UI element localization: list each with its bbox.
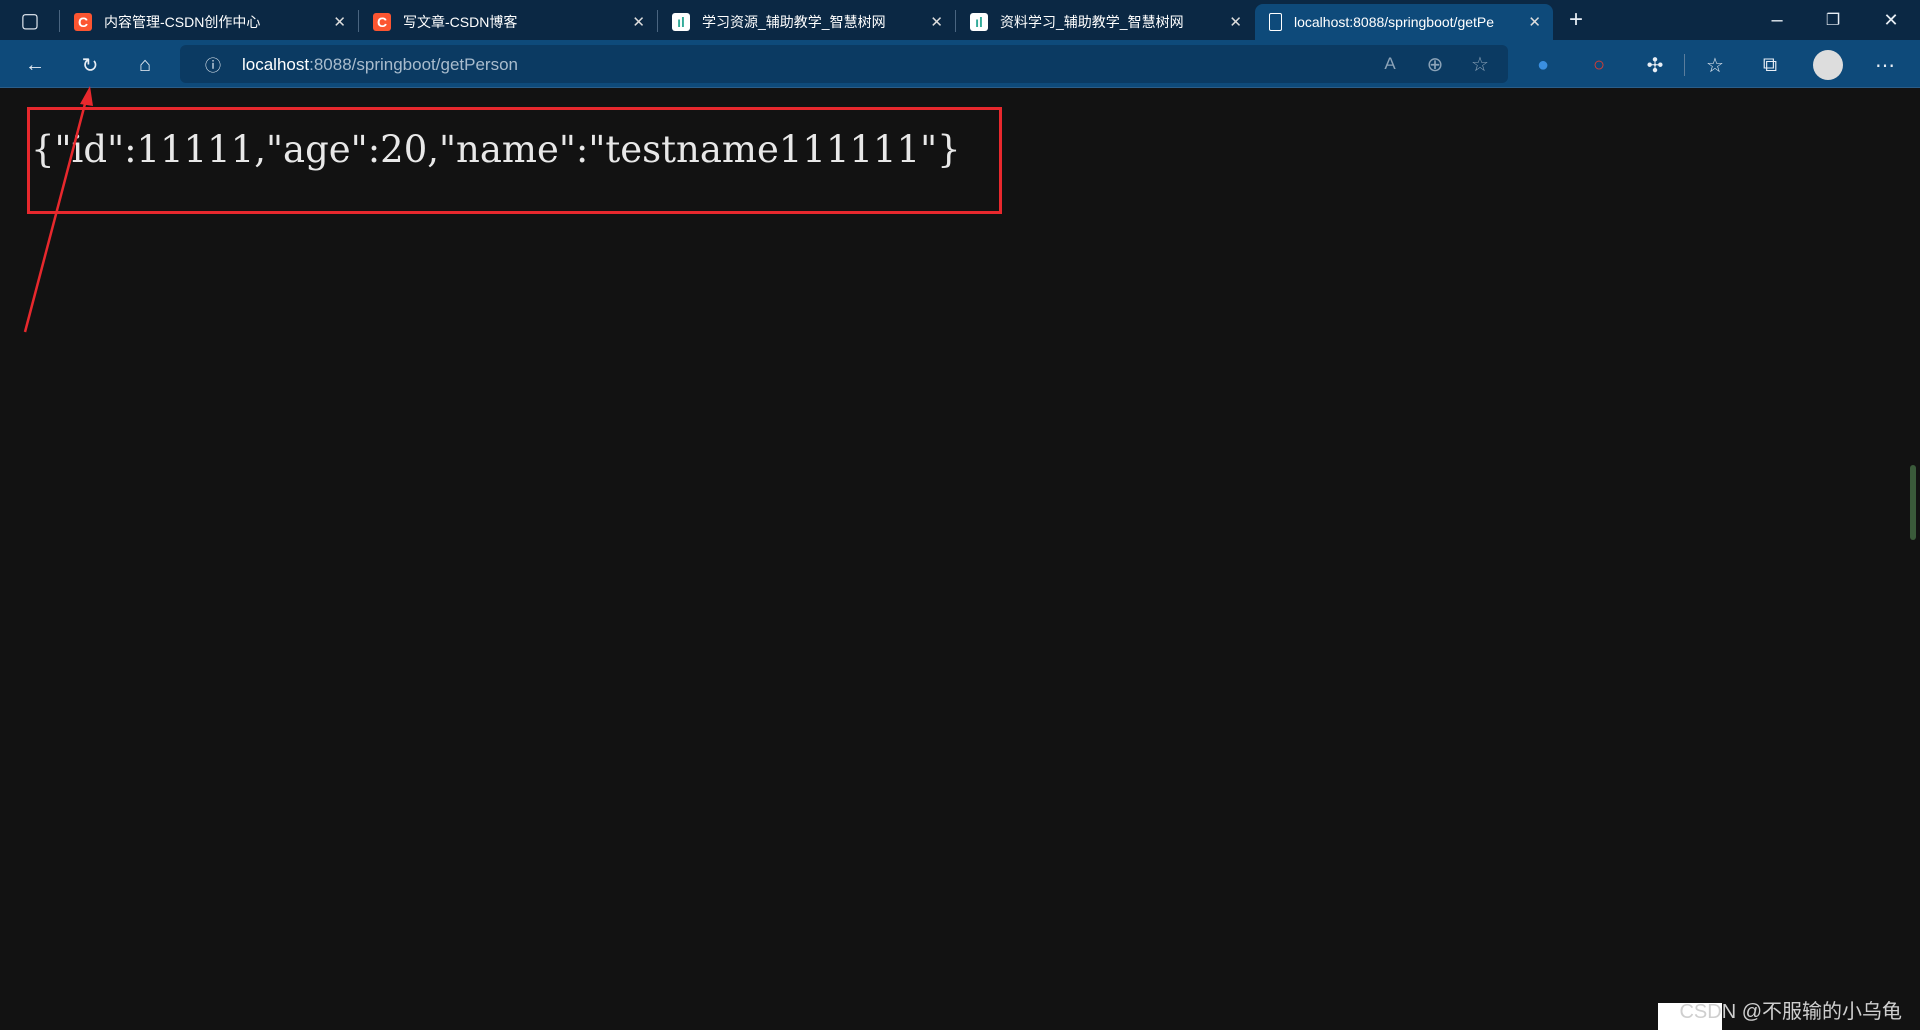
restore-icon[interactable]: ❐ <box>1818 5 1848 35</box>
add-favorite-icon[interactable]: ☆ <box>1465 49 1495 79</box>
tab-2[interactable]: C 写文章-CSDN博客 ✕ <box>359 4 657 40</box>
extensions-icon[interactable]: ✣ <box>1640 50 1670 80</box>
csdn-icon: C <box>373 13 391 31</box>
info-icon[interactable]: ⓘ <box>198 49 228 79</box>
new-tab-icon[interactable]: + <box>1561 5 1591 35</box>
minimize-icon[interactable]: – <box>1762 5 1792 35</box>
favorites-icon[interactable]: ☆ <box>1700 50 1730 80</box>
collections-icon[interactable]: ⧉ <box>1755 50 1785 80</box>
scroll-indicator[interactable] <box>1910 465 1916 540</box>
zhihuishu-icon: ıl <box>672 13 690 31</box>
tab-title: 学习资源_辅助教学_智慧树网 <box>702 14 886 30</box>
close-icon[interactable]: ✕ <box>1229 13 1242 31</box>
close-icon[interactable]: ✕ <box>1528 13 1541 31</box>
tab-5-active[interactable]: localhost:8088/springboot/getPe ✕ <box>1255 4 1553 40</box>
tab-4[interactable]: ıl 资料学习_辅助教学_智慧树网 ✕ <box>956 4 1254 40</box>
annotation-arrow <box>23 86 93 333</box>
watermark: CSDN @不服输的小乌龟 <box>1679 1001 1902 1023</box>
tab-title: localhost:8088/springboot/getPe <box>1294 14 1495 30</box>
extension-red-icon[interactable]: ○ <box>1584 50 1614 80</box>
close-icon[interactable]: ✕ <box>632 13 645 31</box>
zhihuishu-icon: ıl <box>970 13 988 31</box>
close-icon[interactable]: ✕ <box>930 13 943 31</box>
more-icon[interactable]: ⋯ <box>1870 50 1900 80</box>
tab-bar: ▢ C 内容管理-CSDN创作中心 ✕ C 写文章-CSDN博客 ✕ ıl 学习… <box>0 0 1920 40</box>
avatar[interactable] <box>1813 50 1843 80</box>
tab-title: 写文章-CSDN博客 <box>403 14 518 30</box>
close-icon[interactable]: ✕ <box>333 13 346 31</box>
read-aloud-icon[interactable]: A <box>1375 49 1405 79</box>
address-bar[interactable]: ⓘ localhost:8088/springboot/getPerson A … <box>180 45 1508 83</box>
window-close-icon[interactable]: ✕ <box>1876 5 1906 35</box>
page-icon <box>1269 13 1282 31</box>
extension-icon[interactable]: ● <box>1528 50 1558 80</box>
tab-3[interactable]: ıl 学习资源_辅助教学_智慧树网 ✕ <box>658 4 955 40</box>
url-text[interactable]: localhost:8088/springboot/getPerson <box>242 55 518 75</box>
toolbar: ← ↻ ⌂ ⓘ localhost:8088/springboot/getPer… <box>0 40 1920 88</box>
zoom-icon[interactable]: ⊕ <box>1420 49 1450 79</box>
tab-title: 资料学习_辅助教学_智慧树网 <box>1000 14 1184 30</box>
